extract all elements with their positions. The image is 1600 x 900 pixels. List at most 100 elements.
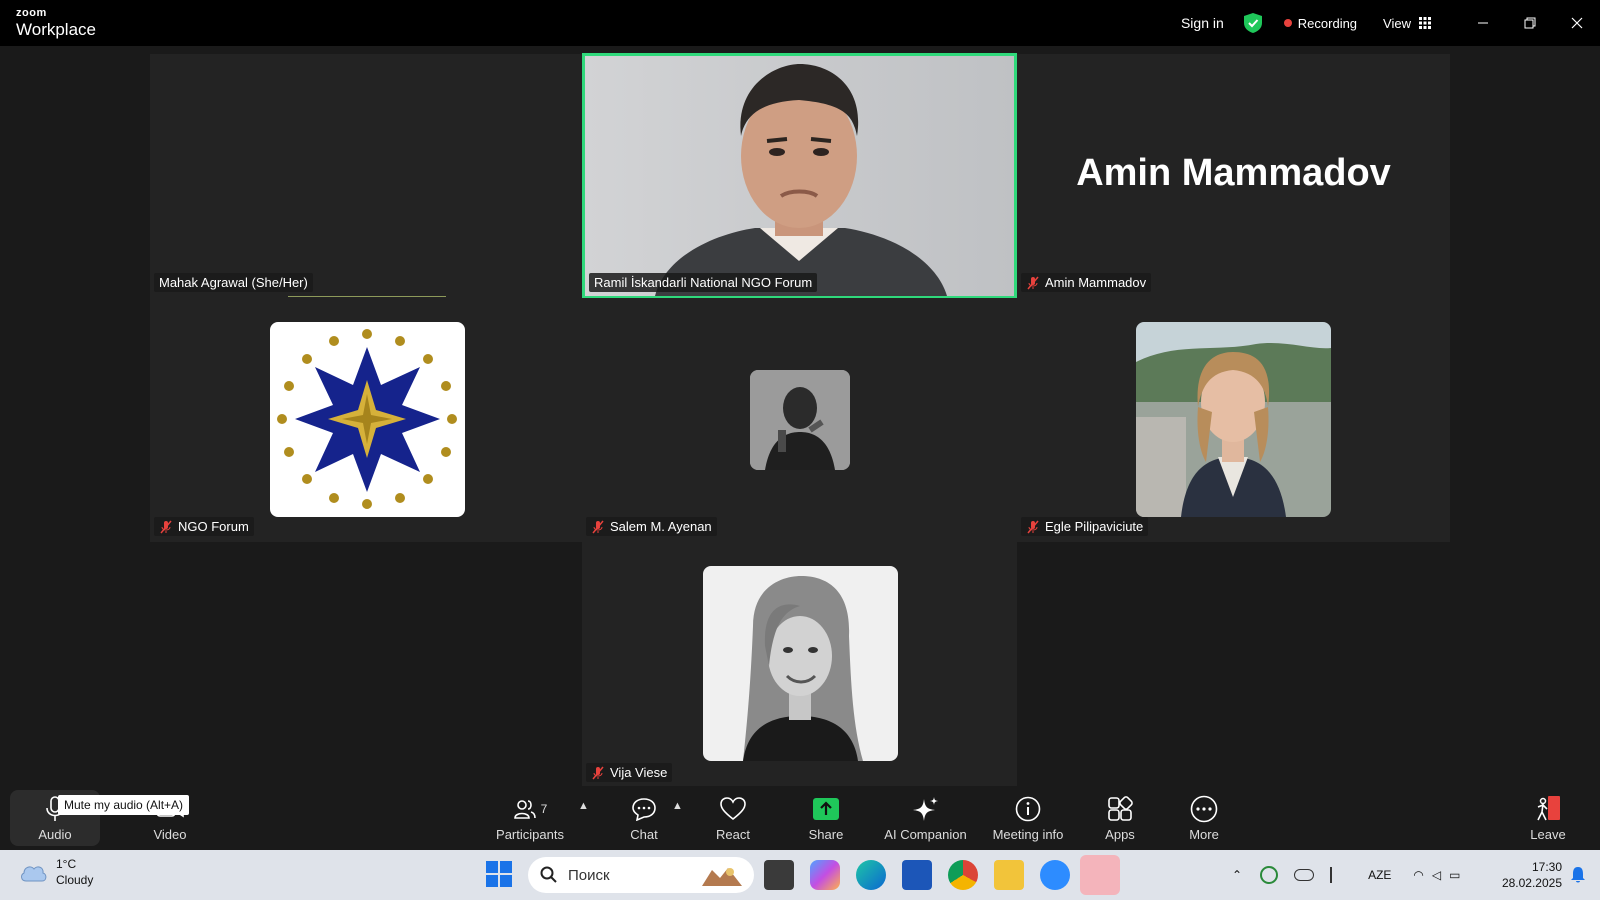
participant-nametag: Vija Viese xyxy=(586,763,673,782)
chrome-browser-icon[interactable] xyxy=(948,860,978,890)
tile-divider xyxy=(288,296,446,297)
task-view-icon[interactable] xyxy=(764,860,794,890)
search-icon xyxy=(540,866,557,883)
speaker-video xyxy=(585,56,1014,296)
leave-door-icon xyxy=(1537,795,1560,820)
participant-nametag: Amin Mammadov xyxy=(1021,273,1152,292)
sync-icon[interactable] xyxy=(1260,866,1279,884)
share-label: Share xyxy=(808,826,844,842)
pen-input-icon[interactable] xyxy=(1330,867,1348,883)
recording-dot-icon xyxy=(1283,19,1292,27)
active-speaker-tile[interactable]: Ramil İskandarli National NGO Forum xyxy=(582,53,1017,299)
mic-muted-icon xyxy=(1027,520,1039,533)
zoom-app-icon[interactable] xyxy=(1040,860,1070,890)
copilot-icon[interactable] xyxy=(810,860,840,890)
sign-in-link[interactable]: Sign in xyxy=(1181,15,1224,31)
notification-bell-icon[interactable] xyxy=(1570,866,1586,884)
wifi-icon[interactable]: ◠ xyxy=(1413,868,1423,882)
react-button[interactable]: React xyxy=(693,786,773,850)
participants-options-chevron-up-icon[interactable]: ▲ xyxy=(578,800,589,812)
participant-tile[interactable]: Vija Viese xyxy=(582,542,1017,786)
search-highlight-icon xyxy=(702,868,742,886)
more-button[interactable]: More xyxy=(1164,786,1244,850)
title-bar: zoom Workplace Sign in Recording View xyxy=(0,0,1600,46)
participant-avatar xyxy=(703,566,898,761)
participant-avatar xyxy=(1136,322,1331,517)
battery-icon[interactable]: ▭ xyxy=(1449,868,1460,882)
weather-widget[interactable]: 1°C Cloudy xyxy=(18,856,93,888)
leave-label: Leave xyxy=(1530,826,1566,842)
chat-bubble-icon xyxy=(632,797,656,821)
ai-companion-label: AI Companion xyxy=(884,826,967,842)
participant-nametag: Mahak Agrawal (She/Her) xyxy=(154,273,313,292)
share-screen-icon xyxy=(813,797,839,820)
participants-button[interactable]: 7 Participants xyxy=(490,786,570,850)
meeting-info-button[interactable]: Meeting info xyxy=(983,786,1073,850)
weather-temperature: 1°C xyxy=(56,857,77,871)
leave-button[interactable]: Leave xyxy=(1508,786,1588,850)
minimize-button[interactable] xyxy=(1459,0,1506,46)
logo-text-top: zoom xyxy=(16,7,47,19)
share-button[interactable]: Share xyxy=(786,786,866,850)
restore-icon xyxy=(1524,17,1535,29)
chat-options-chevron-up-icon[interactable]: ▲ xyxy=(672,800,683,812)
participant-name: Ramil İskandarli National NGO Forum xyxy=(594,275,813,290)
ai-companion-button[interactable]: AI Companion xyxy=(878,786,973,850)
participant-name: Vija Viese xyxy=(610,765,668,780)
participant-nametag: NGO Forum xyxy=(154,517,254,536)
apps-button[interactable]: Apps xyxy=(1080,786,1160,850)
participant-tile[interactable]: Amin Mammadov Amin Mammadov xyxy=(1017,54,1450,298)
windows-start-button[interactable] xyxy=(485,860,513,888)
participants-label: Participants xyxy=(496,826,564,842)
react-label: React xyxy=(716,826,750,842)
chat-button[interactable]: Chat xyxy=(604,786,684,850)
apps-label: Apps xyxy=(1105,826,1135,842)
show-hidden-icons-chevron-up-icon[interactable]: ⌃ xyxy=(1232,868,1242,882)
participant-tile[interactable]: Mahak Agrawal (She/Her) xyxy=(150,54,582,298)
recording-indicator[interactable]: Recording xyxy=(1283,15,1358,31)
meeting-toolbar: Audio Video 7 Participants ▲ Chat ▲ Reac… xyxy=(0,786,1600,850)
apps-icon xyxy=(1108,795,1133,821)
participant-name: NGO Forum xyxy=(178,519,249,534)
view-label: View xyxy=(1383,15,1411,31)
sparkle-icon xyxy=(912,796,938,821)
participant-nametag: Salem M. Ayenan xyxy=(586,517,717,536)
participants-count: 7 xyxy=(540,801,548,816)
shield-check-icon[interactable] xyxy=(1243,13,1262,33)
close-button[interactable] xyxy=(1553,0,1600,46)
restore-button[interactable] xyxy=(1506,0,1553,46)
system-clock[interactable]: 17:30 28.02.2025 xyxy=(1502,859,1562,891)
taskbar-search[interactable]: Поиск xyxy=(528,857,754,893)
recording-label: Recording xyxy=(1297,15,1358,31)
chat-label: Chat xyxy=(630,826,658,842)
search-placeholder: Поиск xyxy=(568,866,610,884)
view-button[interactable]: View xyxy=(1383,16,1431,31)
participants-icon xyxy=(513,799,536,819)
meeting-info-label: Meeting info xyxy=(992,826,1064,842)
participant-tile[interactable]: NGO Forum xyxy=(150,298,582,542)
onedrive-cloud-icon[interactable] xyxy=(1294,869,1315,881)
participant-name: Amin Mammadov xyxy=(1045,275,1147,290)
snipping-tool-icon[interactable] xyxy=(1080,855,1120,895)
edge-browser-icon[interactable] xyxy=(856,860,886,890)
close-icon xyxy=(1571,17,1582,29)
file-explorer-icon[interactable] xyxy=(994,860,1024,890)
mic-muted-icon xyxy=(1027,276,1039,289)
participant-tile[interactable]: Salem M. Ayenan xyxy=(582,298,1017,542)
avatar-photo xyxy=(750,370,850,470)
microsoft-store-icon[interactable] xyxy=(902,860,932,890)
clock-time: 17:30 xyxy=(1531,860,1562,874)
logo-text-bottom: Workplace xyxy=(16,20,96,39)
mic-muted-icon xyxy=(592,520,604,533)
avatar-photo xyxy=(703,566,898,761)
info-icon xyxy=(1015,796,1041,821)
participant-display-name: Amin Mammadov xyxy=(1076,152,1391,194)
zoom-workplace-logo: zoom Workplace xyxy=(16,7,96,39)
participant-tile[interactable]: Egle Pilipaviciute xyxy=(1017,298,1450,542)
volume-icon[interactable]: ◁ xyxy=(1432,868,1441,882)
video-label: Video xyxy=(153,826,187,842)
ngo-forum-logo xyxy=(270,322,465,517)
input-language-indicator[interactable]: AZE xyxy=(1368,868,1391,882)
clock-date: 28.02.2025 xyxy=(1501,876,1562,890)
participant-name: Egle Pilipaviciute xyxy=(1045,519,1144,534)
